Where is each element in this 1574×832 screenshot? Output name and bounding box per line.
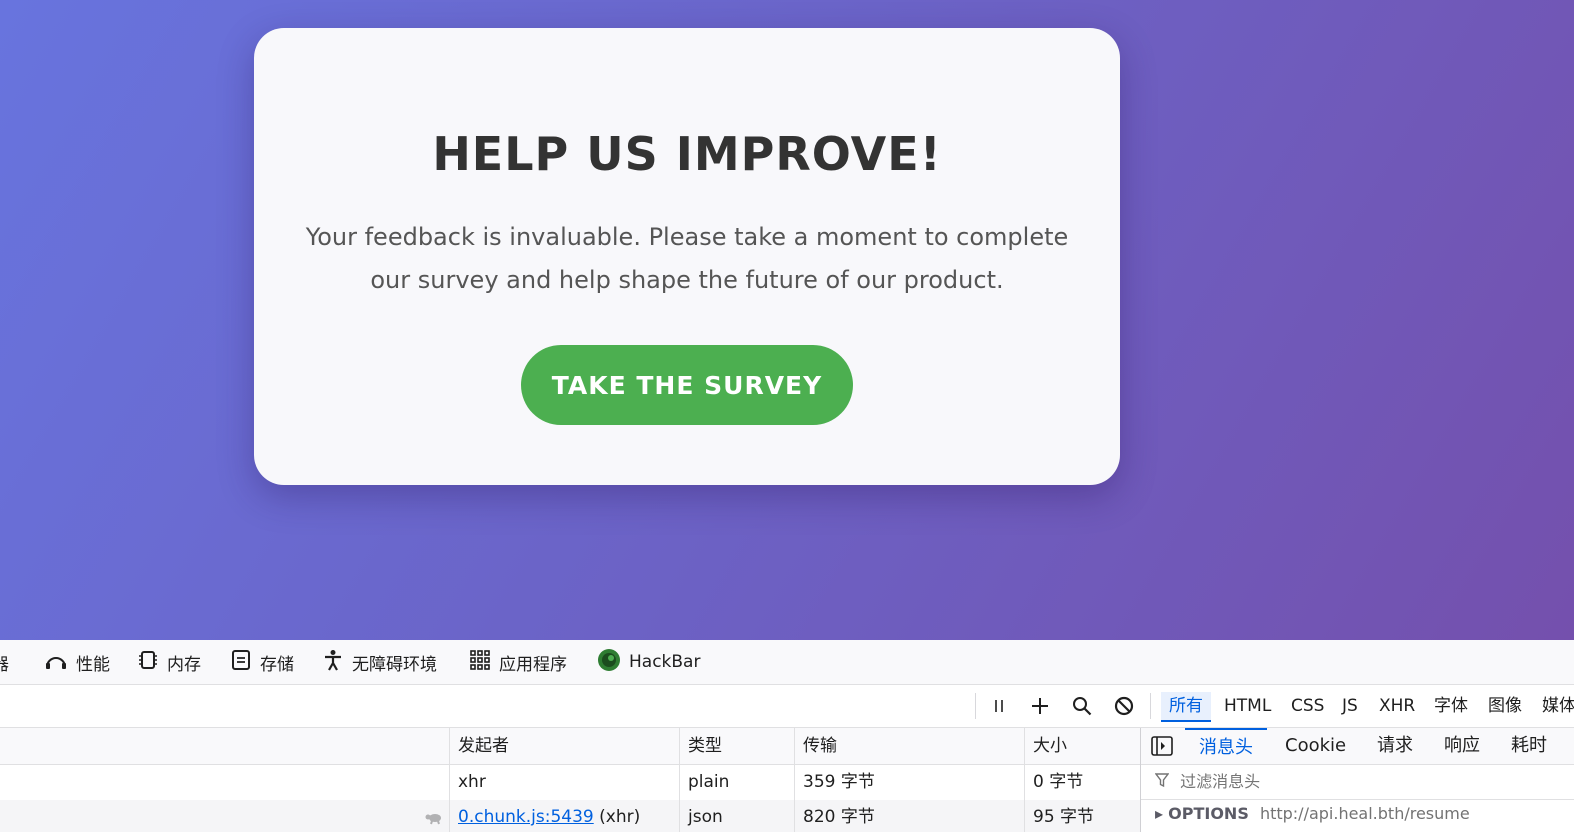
- column-divider[interactable]: [449, 728, 450, 832]
- filter-xhr[interactable]: XHR: [1379, 692, 1415, 720]
- filter-images[interactable]: 图像: [1488, 692, 1522, 720]
- row-transfer: 820 字节: [803, 807, 875, 827]
- row-type: json: [688, 807, 723, 827]
- search-icon[interactable]: [1068, 692, 1096, 720]
- accessibility-icon: [322, 649, 344, 676]
- table-row[interactable]: 0.chunk.js:5439 (xhr) json 820 字节 95 字节: [0, 800, 1140, 832]
- tab-accessibility[interactable]: 无障碍环境: [322, 640, 437, 684]
- tab-response[interactable]: 响应: [1444, 728, 1480, 764]
- column-size[interactable]: 大小: [1025, 728, 1067, 764]
- filter-icon: [1154, 766, 1170, 800]
- memory-icon: [137, 649, 159, 676]
- tab-timings[interactable]: 耗时: [1511, 728, 1547, 764]
- tab-label: 内存: [167, 654, 201, 675]
- filter-css[interactable]: CSS: [1291, 692, 1324, 720]
- request-summary[interactable]: ▸ OPTIONS http://api.heal.bth/resume: [1155, 804, 1470, 823]
- details-tabs: 消息头 Cookie 请求 响应 耗时: [1141, 728, 1574, 765]
- performance-icon: [44, 649, 68, 676]
- tab-headers[interactable]: 消息头: [1185, 728, 1267, 764]
- devtools-tabbar: 器 性能 内存 存储 无障碍环境 应用程序 HackBar: [0, 640, 1574, 685]
- toggle-panel-icon[interactable]: [1151, 736, 1173, 761]
- filter-html[interactable]: HTML: [1224, 692, 1271, 720]
- column-type[interactable]: 类型: [680, 728, 722, 764]
- tab-label: 性能: [76, 654, 110, 675]
- row-type: plain: [688, 772, 730, 792]
- initiator-link[interactable]: 0.chunk.js:5439: [458, 807, 594, 827]
- request-table: 发起者 类型 传输 大小 xhr plain 359 字节 0 字节 0.chu…: [0, 728, 1140, 832]
- table-header: 发起者 类型 传输 大小: [0, 728, 1140, 765]
- page-background: HELP US IMPROVE! Your feedback is invalu…: [0, 0, 1574, 640]
- filter-all[interactable]: 所有: [1161, 692, 1211, 722]
- tab-label: 器: [0, 654, 9, 675]
- tab-label: 无障碍环境: [352, 654, 437, 675]
- hackbar-icon: [597, 648, 621, 677]
- plus-icon[interactable]: [1026, 692, 1054, 720]
- headers-filter: [1141, 765, 1574, 800]
- block-icon[interactable]: [1110, 692, 1138, 720]
- tab-memory[interactable]: 内存: [137, 640, 201, 684]
- row-transfer: 359 字节: [803, 772, 875, 792]
- column-divider[interactable]: [1024, 728, 1025, 832]
- tab-partial[interactable]: 器: [0, 640, 9, 684]
- tab-label: 存储: [260, 654, 294, 675]
- toolbar-divider: [975, 693, 976, 719]
- application-icon: [469, 649, 491, 676]
- tab-storage[interactable]: 存储: [230, 640, 294, 684]
- request-details-panel: 消息头 Cookie 请求 响应 耗时 ▸ OPTIONS http://api…: [1140, 728, 1574, 832]
- column-transfer[interactable]: 传输: [795, 728, 837, 764]
- toolbar-divider: [1150, 693, 1151, 719]
- filter-fonts[interactable]: 字体: [1434, 692, 1468, 720]
- card-title: HELP US IMPROVE!: [432, 127, 942, 181]
- row-size: 95 字节: [1033, 807, 1095, 827]
- column-divider[interactable]: [794, 728, 795, 832]
- row-initiator: xhr: [458, 772, 486, 792]
- expand-arrow-icon: ▸: [1155, 804, 1164, 823]
- table-row[interactable]: xhr plain 359 字节 0 字节: [0, 765, 1140, 799]
- filter-media[interactable]: 媒体: [1542, 692, 1574, 720]
- row-initiator: 0.chunk.js:5439 (xhr): [450, 800, 640, 832]
- column-initiator[interactable]: 发起者: [450, 728, 509, 764]
- headers-filter-input[interactable]: [1178, 771, 1543, 792]
- survey-card: HELP US IMPROVE! Your feedback is invalu…: [254, 28, 1120, 485]
- filter-js[interactable]: JS: [1342, 692, 1358, 720]
- pause-icon[interactable]: [985, 692, 1013, 720]
- take-survey-button[interactable]: TAKE THE SURVEY: [521, 345, 853, 425]
- request-method: OPTIONS: [1168, 804, 1249, 823]
- initiator-suffix: (xhr): [593, 807, 641, 827]
- column-divider[interactable]: [679, 728, 680, 832]
- row-size: 0 字节: [1033, 772, 1084, 792]
- tracker-icon: [424, 809, 444, 830]
- storage-icon: [230, 649, 252, 676]
- tab-application[interactable]: 应用程序: [469, 640, 567, 684]
- request-url: http://api.heal.bth/resume: [1259, 804, 1470, 823]
- network-toolbar: 所有 HTML CSS JS XHR 字体 图像 媒体: [0, 685, 1574, 728]
- tab-label: HackBar: [629, 652, 701, 672]
- tab-cookies[interactable]: Cookie: [1285, 728, 1346, 764]
- card-description: Your feedback is invaluable. Please take…: [305, 223, 1069, 294]
- tab-hackbar[interactable]: HackBar: [597, 640, 700, 684]
- tab-request[interactable]: 请求: [1377, 728, 1413, 764]
- devtools-panel: 器 性能 内存 存储 无障碍环境 应用程序 HackBar 所有 HTML CS…: [0, 640, 1574, 832]
- tab-performance[interactable]: 性能: [44, 640, 110, 684]
- tab-label: 应用程序: [499, 654, 567, 675]
